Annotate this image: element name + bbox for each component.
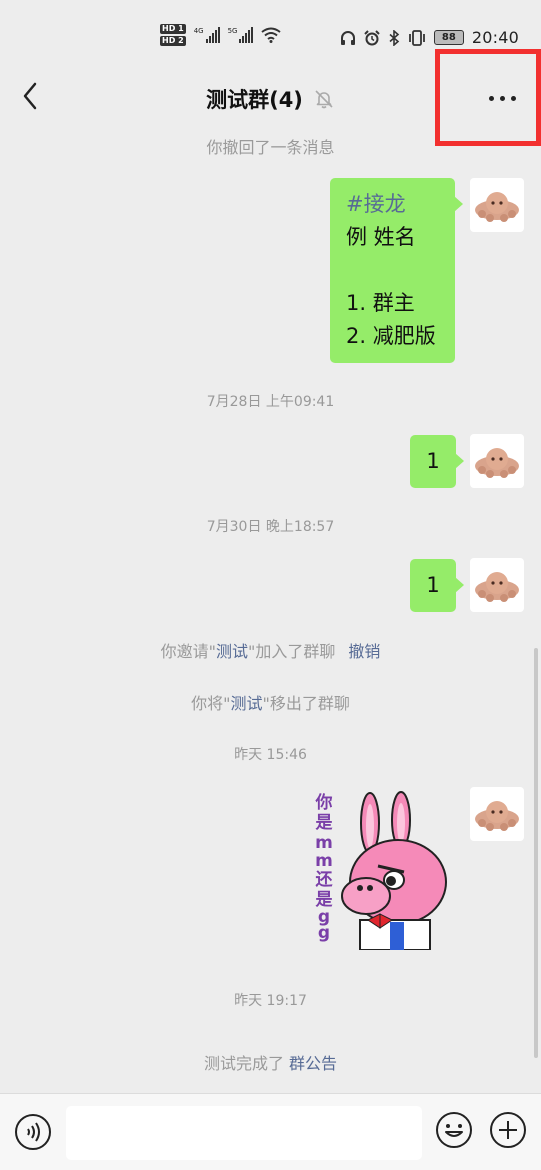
removed-member-link[interactable]: 测试 — [230, 694, 262, 713]
hd-badge: HD 1 HD 2 — [160, 24, 186, 46]
timestamp: 7月28日 上午09:41 — [206, 394, 335, 410]
plus-button[interactable] — [488, 1110, 528, 1150]
remove-notice: 你将"测试"移出了群聊 — [0, 690, 541, 714]
announcement-text-pre: 测试完成了 — [203, 1054, 290, 1073]
svg-text:m: m — [315, 851, 333, 871]
signal-5g-label: 5G — [227, 27, 238, 35]
invitee-link[interactable]: 测试 — [216, 642, 248, 661]
octopus-avatar-icon — [475, 192, 519, 222]
avatar[interactable] — [470, 178, 524, 232]
timestamp: 昨天 19:17 — [234, 993, 307, 1009]
avatar[interactable] — [470, 558, 524, 612]
octopus-avatar-icon — [475, 572, 519, 602]
signal-4g-label: 4G — [193, 27, 204, 35]
input-bar — [0, 1093, 541, 1170]
scrollbar[interactable] — [534, 648, 538, 1058]
hd-1-label: HD 1 — [160, 24, 186, 34]
signal-4g-icon: 4G — [194, 27, 220, 43]
svg-text:是: 是 — [316, 813, 333, 833]
bubble-line — [346, 254, 443, 287]
network-indicators: HD 1 HD 2 4G 5G — [160, 24, 282, 46]
announcement-notice: 测试完成了 群公告 — [0, 1050, 541, 1074]
bubble-line: 2. 减肥版 — [346, 324, 436, 348]
headphones-icon — [340, 30, 355, 45]
octopus-avatar-icon — [475, 801, 519, 831]
wifi-icon — [261, 27, 282, 43]
revoke-link[interactable]: 撤销 — [348, 642, 380, 661]
timestamp: 7月30日 晚上18:57 — [206, 519, 335, 535]
message-bubble-solitaire[interactable]: #接龙 例 姓名 1. 群主 2. 减肥版 — [330, 178, 463, 363]
bubble-line: 1. 群主 — [346, 291, 415, 315]
sticker-caption: 你 是 m m 还 是 g g — [315, 792, 334, 943]
clock: 20:40 — [471, 28, 519, 47]
bubble-text: 1 — [426, 573, 440, 597]
recall-notice: 你撤回了一条消息 — [206, 138, 335, 157]
bluetooth-icon — [389, 29, 400, 46]
message-bubble[interactable]: 1 — [410, 559, 464, 612]
avatar[interactable] — [470, 434, 524, 488]
bubble-line: 例 姓名 — [346, 225, 416, 249]
more-dots-icon — [488, 95, 494, 101]
octopus-avatar-icon — [475, 448, 519, 478]
emoji-button[interactable] — [434, 1110, 474, 1150]
plus-icon — [499, 1121, 517, 1139]
message-bubble[interactable]: 1 — [410, 435, 464, 488]
bell-off-icon — [315, 90, 333, 109]
svg-text:你: 你 — [315, 792, 333, 813]
system-indicators: 88 20:40 — [340, 28, 519, 47]
rabbit-sticker[interactable]: 你 是 m m 还 是 g g — [308, 788, 448, 950]
svg-text:g: g — [318, 923, 330, 943]
status-bar: HD 1 HD 2 4G 5G 88 20:40 — [0, 0, 541, 56]
remove-text-post: "移出了群聊 — [262, 694, 350, 713]
bubble-line[interactable]: #接龙 — [346, 188, 443, 221]
invite-notice: 你邀请"测试"加入了群聊 撤销 — [0, 638, 541, 662]
chat-title: 测试群(4) — [206, 88, 303, 112]
battery-indicator: 88 — [433, 30, 464, 45]
alarm-icon — [364, 29, 380, 45]
invite-text-post: "加入了群聊 — [247, 642, 336, 661]
bubble-text: 1 — [426, 449, 440, 473]
message-input[interactable] — [66, 1106, 422, 1160]
signal-5g-icon: 5G — [228, 27, 254, 43]
hd-2-label: HD 2 — [160, 36, 186, 46]
invite-text-pre: 你邀请" — [160, 642, 216, 661]
group-announcement-link[interactable]: 群公告 — [289, 1054, 337, 1073]
voice-button[interactable] — [14, 1113, 52, 1151]
svg-text:还: 还 — [315, 870, 334, 890]
remove-text-pre: 你将" — [191, 694, 231, 713]
avatar[interactable] — [470, 787, 524, 841]
timestamp: 昨天 15:46 — [234, 747, 307, 763]
emoji-icon — [445, 1124, 463, 1137]
more-button[interactable] — [474, 78, 530, 118]
voice-icon — [27, 1122, 40, 1142]
svg-text:m: m — [315, 833, 333, 853]
vibrate-icon — [408, 29, 425, 46]
